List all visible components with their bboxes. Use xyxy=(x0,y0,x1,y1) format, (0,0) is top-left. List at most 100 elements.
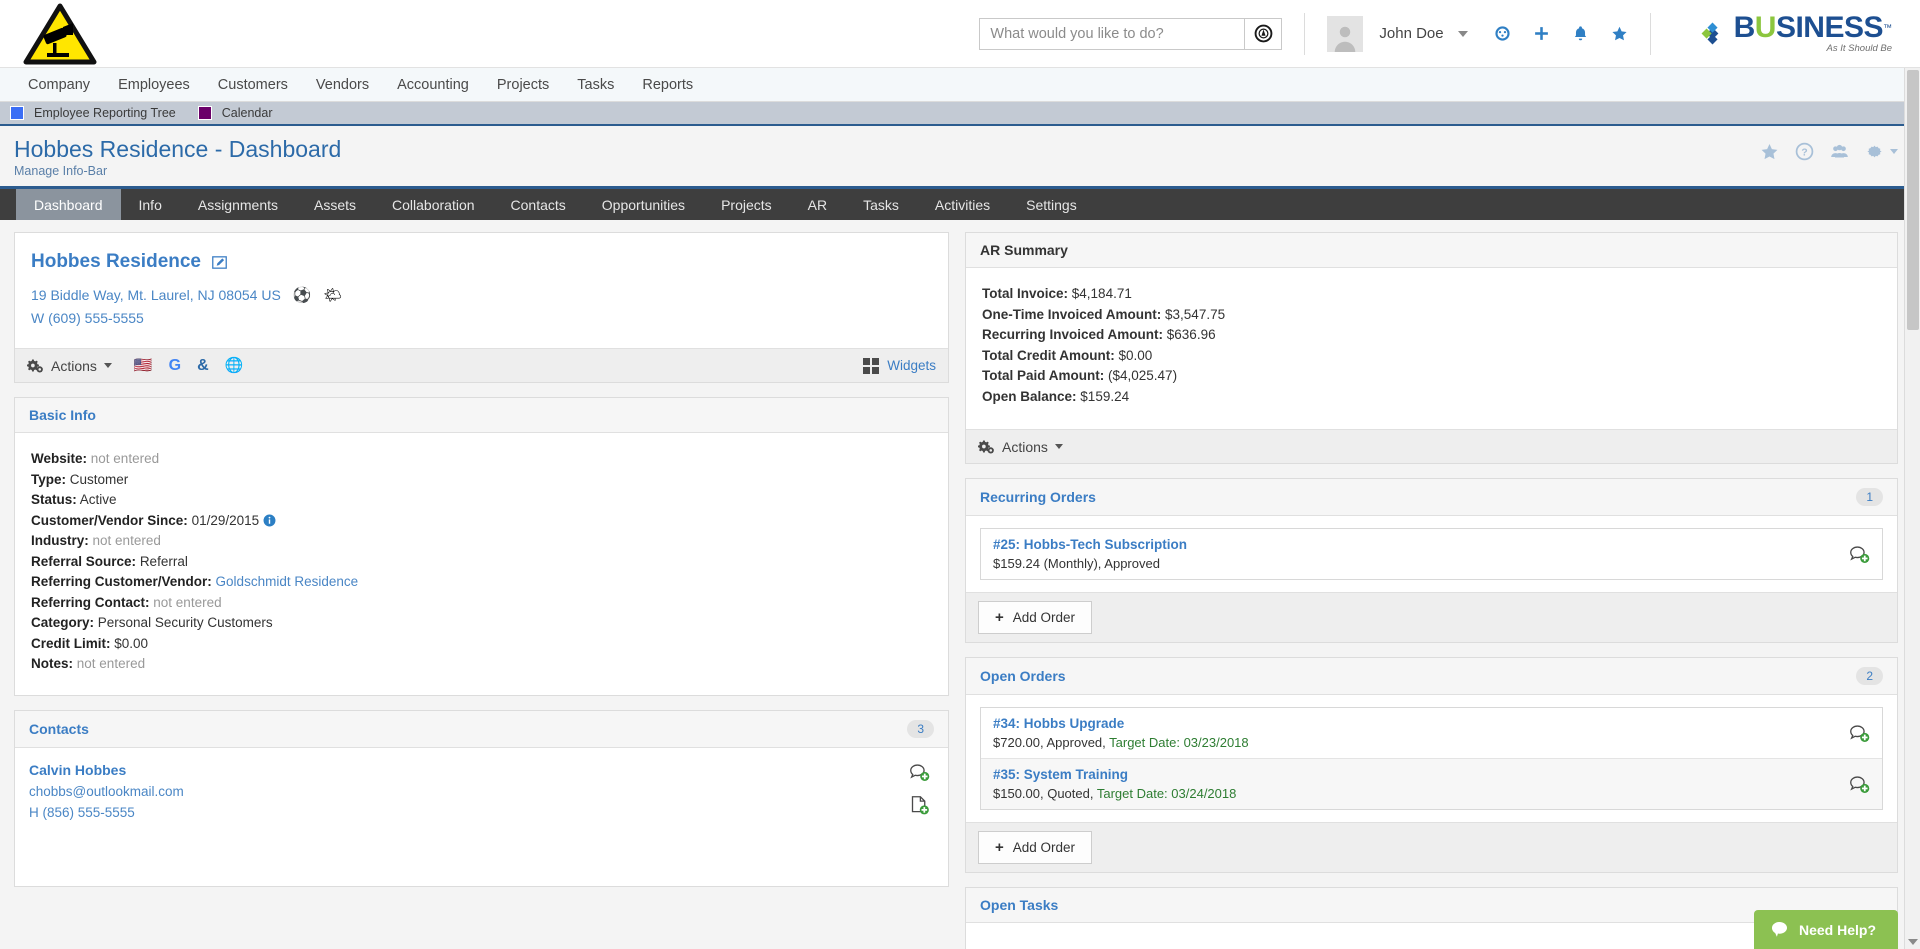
order-text: #25: Hobbs-Tech Subscription $159.24 (Mo… xyxy=(993,537,1187,571)
user-menu[interactable]: John Doe xyxy=(1327,15,1468,52)
nav-item-vendors[interactable]: Vendors xyxy=(302,68,383,102)
customer-phone[interactable]: W (609) 555-5555 xyxy=(31,310,932,326)
nav-item-company[interactable]: Company xyxy=(14,68,104,102)
customer-address[interactable]: 19 Biddle Way, Mt. Laurel, NJ 08054 US xyxy=(31,287,281,303)
add-note-bubble-icon[interactable] xyxy=(1849,774,1870,795)
infobar-item-employee-reporting-tree[interactable]: Employee Reporting Tree xyxy=(10,106,176,120)
manage-infobar-link[interactable]: Manage Info-Bar xyxy=(14,164,341,178)
widgets-button[interactable]: Widgets xyxy=(863,357,936,374)
tab-activities[interactable]: Activities xyxy=(917,189,1008,220)
info-row-status: Status: Active xyxy=(31,490,932,511)
contact-email[interactable]: chobbs@outlookmail.com xyxy=(29,784,184,799)
dashboard-gauge-icon[interactable] xyxy=(1494,25,1511,42)
ar-actions-button[interactable]: Actions xyxy=(978,438,1063,455)
contact-phone[interactable]: H (856) 555-5555 xyxy=(29,805,184,820)
business-brand-logo[interactable]: BUSINESS™ As It Should Be xyxy=(1699,13,1892,54)
order-title[interactable]: #25: Hobbs-Tech Subscription xyxy=(993,537,1187,552)
tab-info[interactable]: Info xyxy=(121,189,180,220)
gear-icon[interactable] xyxy=(1865,142,1884,161)
tab-assignments[interactable]: Assignments xyxy=(180,189,296,220)
top-header: John Doe BUSINES xyxy=(0,0,1920,68)
table-row[interactable]: #35: System Training $150.00, Quoted, Ta… xyxy=(981,758,1882,810)
search-submit-button[interactable] xyxy=(1244,17,1283,50)
globe-icon[interactable]: 🌐 xyxy=(225,358,244,373)
open-orders-footer: + Add Order xyxy=(966,822,1897,873)
customer-name[interactable]: Hobbes Residence xyxy=(31,251,201,273)
value-website: not entered xyxy=(90,451,160,467)
map-pin-icon[interactable]: ⚽ xyxy=(293,286,312,304)
info-circle-icon[interactable] xyxy=(263,514,276,527)
recurring-orders-body: #25: Hobbs-Tech Subscription $159.24 (Mo… xyxy=(966,516,1897,592)
bell-icon[interactable] xyxy=(1572,25,1589,42)
infobar-label-employee-reporting-tree: Employee Reporting Tree xyxy=(34,106,176,120)
add-recurring-order-button[interactable]: + Add Order xyxy=(978,601,1093,635)
nav-item-projects[interactable]: Projects xyxy=(483,68,563,102)
table-row[interactable]: #25: Hobbs-Tech Subscription $159.24 (Mo… xyxy=(981,529,1882,580)
us-flag-icon[interactable]: 🇺🇸 xyxy=(134,358,153,373)
nav-item-accounting[interactable]: Accounting xyxy=(383,68,483,102)
tab-contacts[interactable]: Contacts xyxy=(493,189,584,220)
customer-actions-button[interactable]: Actions xyxy=(27,357,112,374)
ar-summary-card: AR Summary Total Invoice: $4,184.71 One-… xyxy=(965,232,1898,465)
value-referring-contact: not entered xyxy=(153,594,222,610)
tab-settings[interactable]: Settings xyxy=(1008,189,1095,220)
google-icon[interactable]: G xyxy=(169,357,181,374)
plus-icon[interactable] xyxy=(1533,25,1550,42)
label-since: Customer/Vendor Since: xyxy=(31,512,188,528)
add-document-icon[interactable] xyxy=(909,795,930,816)
value-status: Active xyxy=(79,492,117,508)
user-menu-caret-icon[interactable] xyxy=(1457,30,1468,37)
tab-collaboration[interactable]: Collaboration xyxy=(374,189,493,220)
tab-projects[interactable]: Projects xyxy=(703,189,790,220)
order-meta: $150.00, Quoted, Target Date: 03/24/2018 xyxy=(993,786,1236,801)
ar-label-recurring: Recurring Invoiced Amount: xyxy=(982,327,1164,343)
ar-summary-footer: Actions xyxy=(966,429,1897,464)
ampersand-icon[interactable]: & xyxy=(197,357,209,374)
contacts-card: Contacts 3 Calvin Hobbes chobbs@outlookm… xyxy=(14,709,949,887)
ar-label-paid: Total Paid Amount: xyxy=(982,368,1105,384)
scroll-down-arrow-icon[interactable] xyxy=(1908,939,1918,945)
tab-ar[interactable]: AR xyxy=(790,189,845,220)
favorite-star-icon[interactable] xyxy=(1760,142,1779,161)
nav-item-employees[interactable]: Employees xyxy=(104,68,204,102)
need-help-button[interactable]: Need Help? xyxy=(1753,910,1898,949)
nav-item-customers[interactable]: Customers xyxy=(204,68,302,102)
nav-item-reports[interactable]: Reports xyxy=(628,68,707,102)
user-avatar-icon xyxy=(1335,26,1356,52)
value-category: Personal Security Customers xyxy=(97,615,273,631)
info-row-type: Type: Customer xyxy=(31,470,932,491)
people-icon[interactable] xyxy=(1830,142,1849,161)
add-note-bubble-icon[interactable] xyxy=(1849,544,1870,565)
order-title[interactable]: #35: System Training xyxy=(993,767,1236,782)
add-open-order-button[interactable]: + Add Order xyxy=(978,831,1093,865)
add-note-bubble-icon[interactable] xyxy=(909,762,930,783)
app-logo[interactable] xyxy=(0,3,105,65)
search-input[interactable] xyxy=(979,17,1245,50)
add-order-label: Add Order xyxy=(1012,840,1076,856)
nav-item-tasks[interactable]: Tasks xyxy=(563,68,628,102)
order-title[interactable]: #34: Hobbs Upgrade xyxy=(993,716,1249,731)
scrollbar-thumb[interactable] xyxy=(1907,70,1919,330)
tab-assets[interactable]: Assets xyxy=(296,189,374,220)
order-meta-amount: $720.00, Approved, xyxy=(993,735,1110,751)
infobar-item-calendar[interactable]: Calendar xyxy=(197,106,272,120)
edit-pencil-icon[interactable] xyxy=(211,254,228,271)
right-column: AR Summary Total Invoice: $4,184.71 One-… xyxy=(965,232,1898,949)
table-row[interactable]: #34: Hobbs Upgrade $720.00, Approved, Ta… xyxy=(981,708,1882,759)
tab-opportunities[interactable]: Opportunities xyxy=(584,189,703,220)
add-note-bubble-icon[interactable] xyxy=(1849,723,1870,744)
gear-dropdown-caret-icon[interactable] xyxy=(1890,149,1898,154)
value-referring-customer[interactable]: Goldschmidt Residence xyxy=(216,574,359,589)
contact-name[interactable]: Calvin Hobbes xyxy=(29,762,184,778)
help-icon[interactable]: ? xyxy=(1795,142,1814,161)
info-row-industry: Industry: not entered xyxy=(31,531,932,552)
page-scrollbar[interactable] xyxy=(1904,68,1920,949)
ar-value-total-invoice: $4,184.71 xyxy=(1071,286,1132,302)
weather-cloud-icon[interactable]: 🌤 xyxy=(323,286,342,304)
gears-icon xyxy=(27,359,43,373)
tab-dashboard[interactable]: Dashboard xyxy=(16,189,121,221)
star-icon[interactable] xyxy=(1611,25,1628,42)
brand-diamond-icon xyxy=(1701,22,1719,45)
tab-tasks[interactable]: Tasks xyxy=(845,189,917,220)
basic-info-body: Website: not entered Type: Customer Stat… xyxy=(15,433,948,695)
